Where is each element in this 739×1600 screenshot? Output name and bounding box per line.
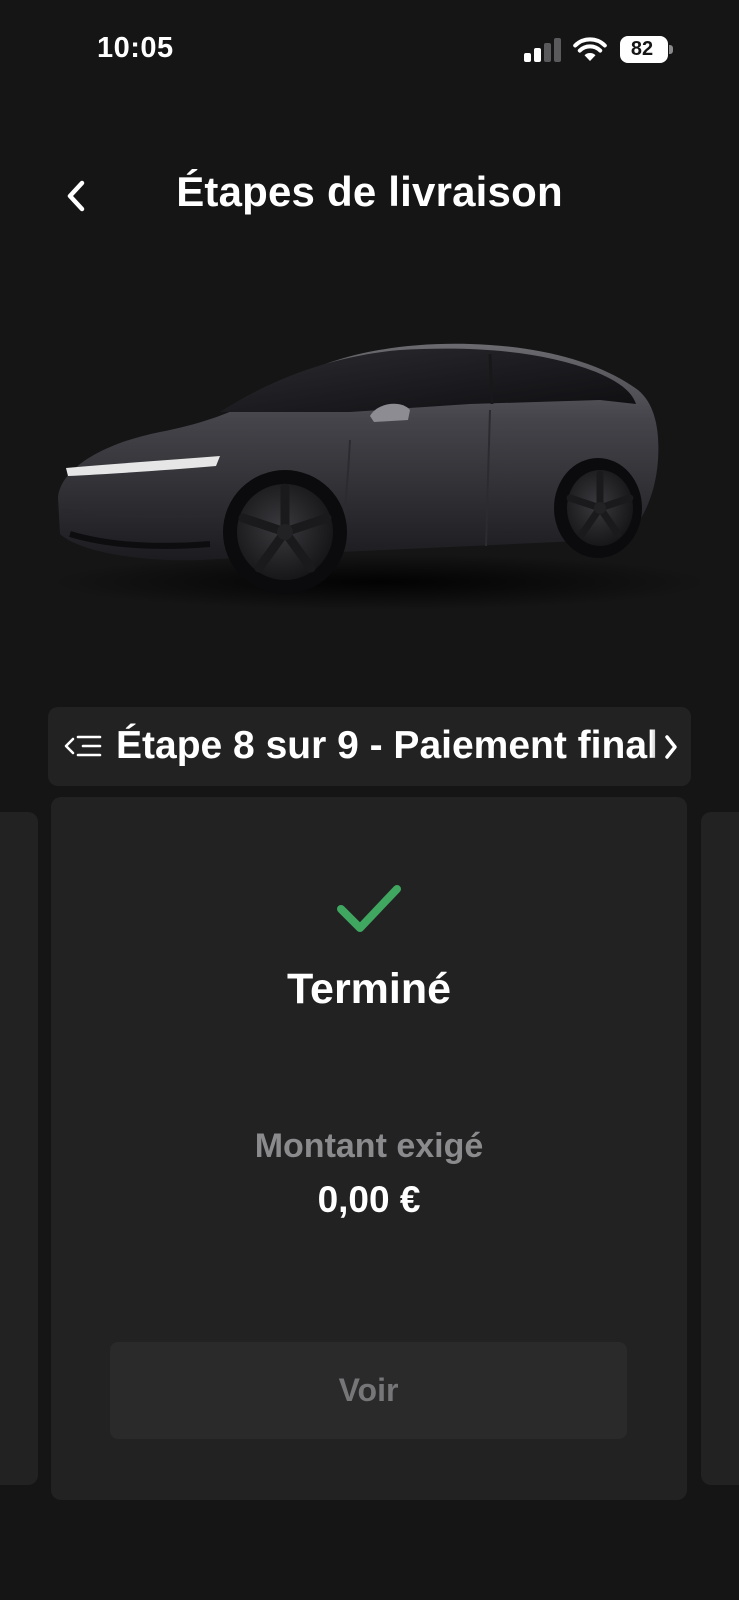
rear-wheel [554, 458, 642, 558]
delivery-steps-screen: 10:05 82 Étapes de livraison Étape 8 sur… [0, 0, 739, 1600]
step-label: Étape 8 sur 9 - Paiement final [116, 724, 658, 767]
page-title: Étapes de livraison [176, 168, 563, 215]
step-status: Terminé [286, 965, 452, 1013]
checkmark-icon [337, 885, 401, 932]
wifi-icon [573, 37, 607, 61]
battery-icon: 82 [620, 36, 673, 63]
vehicle-image [50, 343, 700, 610]
step-card: Terminé Montant exigé 0,00 € Voir [51, 797, 687, 1500]
list-icon [64, 735, 102, 757]
previous-step-card[interactable] [0, 812, 38, 1485]
view-button[interactable]: Voir [110, 1342, 627, 1439]
status-time: 10:05 [97, 32, 174, 64]
status-bar: 10:05 82 [0, 0, 739, 100]
amount-value: 0,00 € [317, 1179, 421, 1220]
front-wheel [223, 470, 347, 594]
cellular-signal-icon [524, 38, 562, 62]
step-selector[interactable]: Étape 8 sur 9 - Paiement final [48, 707, 691, 786]
chevron-right-icon [665, 734, 677, 759]
amount-label: Montant exigé [254, 1127, 484, 1165]
battery-level: 82 [630, 38, 654, 60]
next-step-button[interactable] [651, 707, 691, 786]
next-step-card[interactable] [701, 812, 739, 1485]
